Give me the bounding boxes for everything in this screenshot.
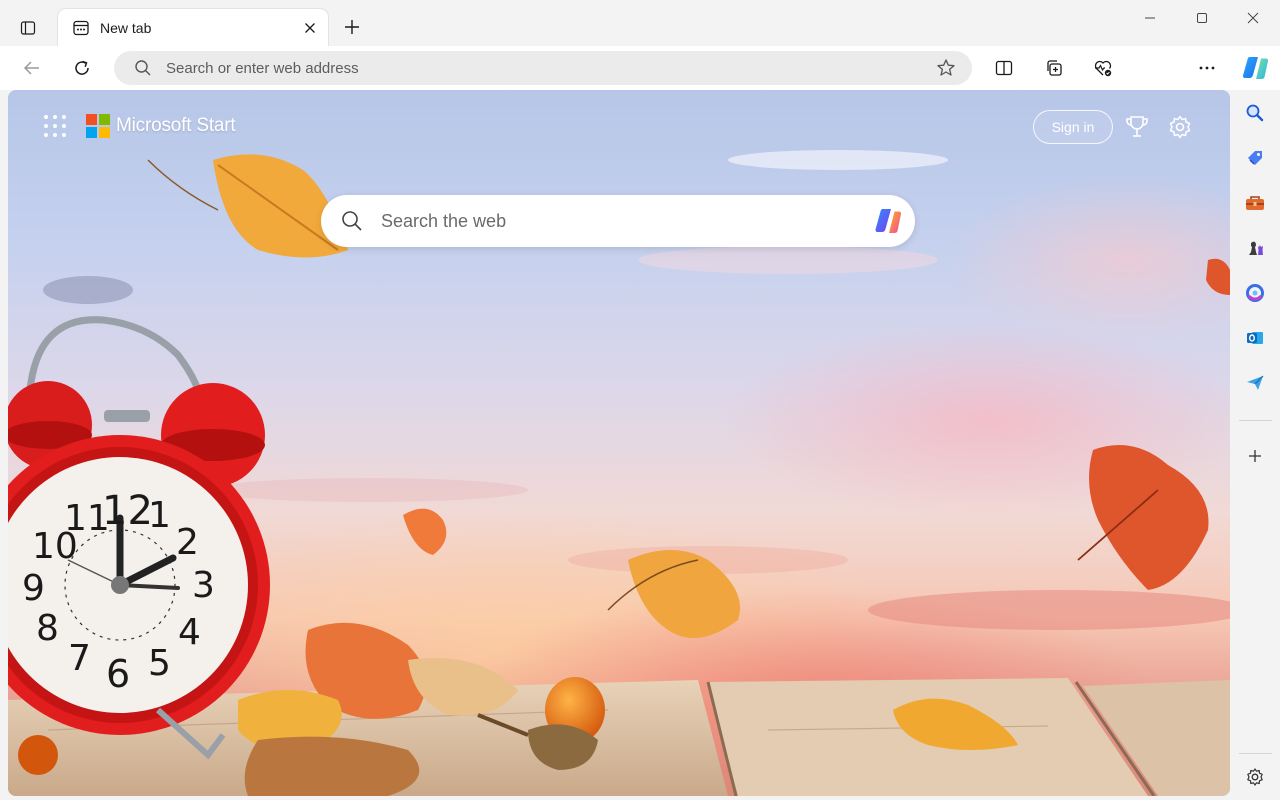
clock-numeral: 8 [36, 608, 59, 649]
minimize-button[interactable] [1125, 0, 1175, 36]
sidebar-tools-button[interactable] [1240, 188, 1270, 218]
search-icon [1246, 104, 1264, 122]
back-button[interactable] [16, 52, 48, 84]
trophy-icon [1126, 116, 1148, 137]
outlook-icon [1247, 332, 1263, 344]
collections-icon [1047, 60, 1062, 76]
add-icon [1249, 450, 1261, 462]
chess-icon [1249, 241, 1263, 255]
split-screen-icon [995, 60, 1013, 76]
refresh-button[interactable] [66, 52, 98, 84]
maximize-button[interactable] [1177, 0, 1227, 36]
clock-numeral: 5 [148, 643, 171, 684]
clock-numeral: 6 [106, 652, 131, 696]
tab-actions-icon [20, 21, 36, 35]
brand-title: Microsoft Start [116, 115, 236, 136]
tab-title: New tab [100, 19, 152, 36]
clock-face: 12 1 2 3 4 5 6 7 8 9 10 11 [8, 90, 248, 790]
dot [44, 115, 48, 119]
maximize-icon [1197, 13, 1207, 23]
search-icon [134, 59, 152, 77]
app-launcher-button[interactable] [44, 115, 66, 137]
sidebar-outlook-button[interactable] [1240, 323, 1270, 353]
new-tab-page: 12 1 2 3 4 5 6 7 8 9 10 11 Microsoft Sta… [8, 90, 1230, 796]
heart-pulse-icon [1094, 60, 1112, 77]
rewards-button[interactable] [1122, 112, 1152, 142]
address-bar[interactable] [114, 51, 972, 85]
star-icon [937, 59, 955, 76]
close-icon [1247, 12, 1259, 24]
tab-close-button[interactable] [296, 14, 324, 42]
clock-numeral: 11 [64, 498, 110, 539]
microsoft365-icon [1246, 284, 1264, 302]
page-settings-button[interactable] [1165, 112, 1195, 142]
microsoft-start-logo[interactable]: Microsoft Start [86, 114, 236, 138]
address-input[interactable] [166, 59, 906, 77]
copilot-search-button[interactable] [871, 204, 905, 238]
split-screen-button[interactable] [988, 52, 1020, 84]
collections-button[interactable] [1038, 52, 1070, 84]
sidebar-drop-button[interactable] [1240, 368, 1270, 398]
sidebar-games-button[interactable] [1240, 233, 1270, 263]
dot [53, 133, 57, 137]
plus-icon [345, 20, 359, 34]
clock-numeral: 9 [22, 568, 45, 609]
settings-and-more-button[interactable] [1191, 52, 1223, 84]
sidebar-shopping-button[interactable] [1240, 143, 1270, 173]
edge-sidebar [1231, 90, 1280, 800]
dot [44, 124, 48, 128]
close-window-button[interactable] [1228, 0, 1278, 36]
microsoft-logo-icon [86, 114, 110, 138]
dot [44, 133, 48, 137]
web-search-input[interactable] [381, 210, 851, 232]
more-horizontal-icon [1199, 66, 1215, 70]
sidebar-divider [1239, 420, 1272, 421]
sign-in-button[interactable]: Sign in [1033, 110, 1113, 144]
send-icon [1247, 375, 1264, 390]
close-icon [305, 22, 315, 33]
web-search-box[interactable] [321, 195, 915, 247]
arrow-left-icon [23, 61, 39, 75]
clock-numeral: 2 [176, 522, 199, 563]
settings-icon [1247, 768, 1263, 786]
favorite-star-button[interactable] [936, 58, 956, 83]
new-tab-button[interactable] [336, 13, 368, 41]
sidebar-microsoft365-button[interactable] [1240, 278, 1270, 308]
clock-numeral: 4 [178, 612, 201, 653]
dot [62, 124, 66, 128]
tab-actions-button[interactable] [12, 14, 44, 42]
clock-numeral: 3 [192, 565, 215, 606]
minimize-icon [1145, 17, 1155, 19]
tag-icon [1248, 151, 1262, 165]
toolbar [0, 46, 1280, 125]
gear-icon [1169, 115, 1191, 139]
dot [62, 133, 66, 137]
browser-essentials-button[interactable] [1087, 52, 1119, 84]
copilot-button[interactable] [1238, 51, 1272, 85]
dot [53, 115, 57, 119]
new-tab-page-icon [73, 20, 89, 35]
search-icon [341, 210, 363, 232]
page-header: Microsoft Start [44, 112, 236, 140]
sidebar-add-button[interactable] [1240, 441, 1270, 471]
dot [53, 124, 57, 128]
tab-new-tab[interactable]: New tab [58, 9, 328, 46]
sidebar-divider [1239, 753, 1272, 754]
copilot-icon [875, 209, 902, 233]
title-bar: New tab [0, 0, 1280, 46]
sidebar-search-button[interactable] [1240, 98, 1270, 128]
clock-numeral: 1 [148, 495, 171, 536]
copilot-icon [1242, 57, 1269, 79]
clock-numeral: 7 [68, 638, 91, 679]
toolbox-icon [1246, 196, 1264, 210]
dot [62, 115, 66, 119]
sidebar-settings-button[interactable] [1240, 762, 1270, 792]
refresh-icon [75, 60, 89, 75]
